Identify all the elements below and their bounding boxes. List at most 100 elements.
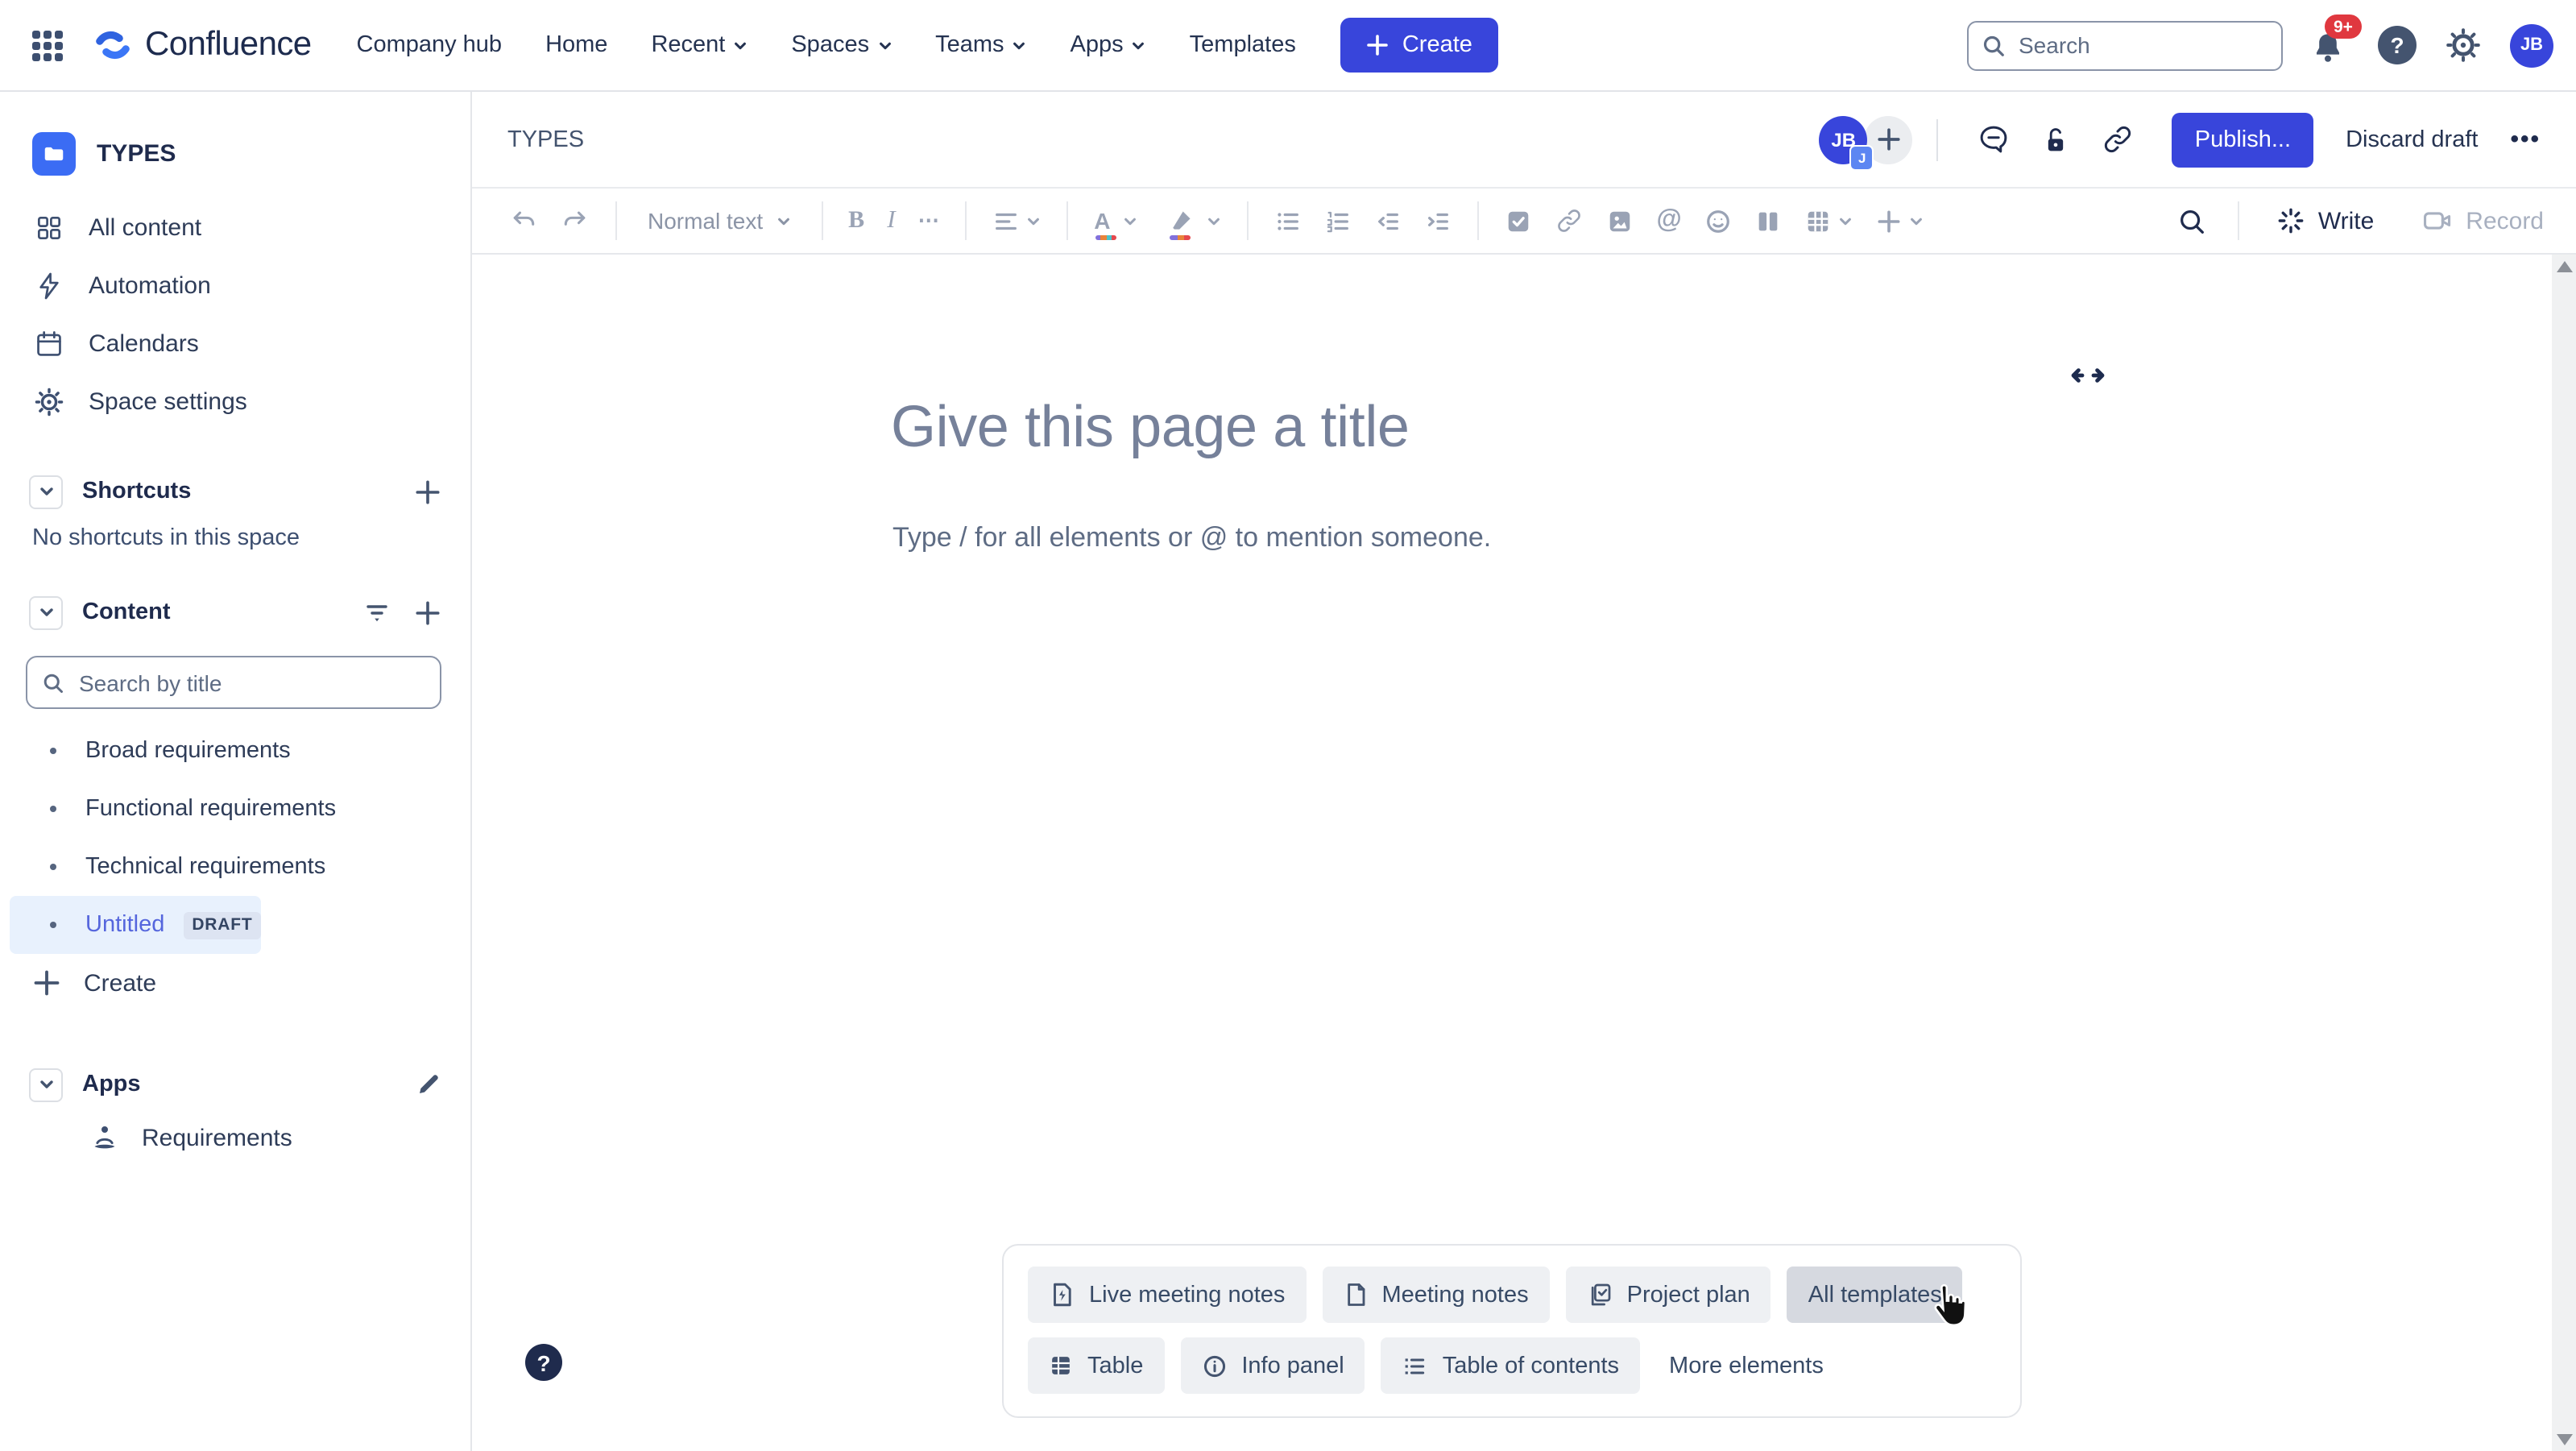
mention-button[interactable]: @ <box>1656 206 1681 235</box>
primary-nav: Company hub Home Recent Spaces Teams App… <box>357 32 1296 58</box>
content-tree: Broad requirements Functional requiremen… <box>0 722 470 1012</box>
insert-link-button[interactable] <box>1555 206 1584 235</box>
page-item-technical-requirements[interactable]: Technical requirements <box>0 838 470 896</box>
nav-templates[interactable]: Templates <box>1190 32 1296 58</box>
chevron-down-icon <box>1838 214 1853 228</box>
sidebar-item-space-settings[interactable]: Space settings <box>0 372 470 430</box>
highlight-color-dropdown[interactable] <box>1168 208 1221 234</box>
help-fab[interactable]: ? <box>525 1344 562 1381</box>
vertical-scrollbar[interactable] <box>2552 255 2576 1451</box>
plus-icon <box>414 599 441 626</box>
filter-content-button[interactable] <box>362 598 391 627</box>
task-list-button[interactable] <box>1505 207 1532 234</box>
insert-more-dropdown[interactable] <box>1875 207 1924 234</box>
text-color-dropdown[interactable]: A <box>1094 208 1137 234</box>
nav-recent[interactable]: Recent <box>651 32 748 58</box>
product-name: Confluence <box>145 26 312 64</box>
user-avatar[interactable]: JB <box>2510 23 2553 67</box>
confluence-logo-icon <box>92 24 134 66</box>
space-header[interactable]: TYPES <box>0 121 470 185</box>
notification-badge: 9+ <box>2325 15 2362 39</box>
link-icon <box>2102 122 2135 156</box>
confluence-logo[interactable]: Confluence <box>92 24 312 66</box>
add-shortcut-button[interactable] <box>414 478 441 505</box>
more-elements-button[interactable]: More elements <box>1656 1337 1837 1394</box>
ordered-list-icon <box>1324 207 1352 234</box>
publish-button[interactable]: Publish... <box>2172 112 2313 167</box>
insert-image-button[interactable] <box>1606 207 1634 234</box>
nav-apps[interactable]: Apps <box>1071 32 1146 58</box>
layout-button[interactable] <box>1754 207 1782 234</box>
task-icon <box>1505 207 1532 234</box>
content-search[interactable] <box>26 656 441 709</box>
copy-link-button[interactable] <box>2102 122 2135 156</box>
sidebar-item-calendars[interactable]: Calendars <box>0 314 470 372</box>
width-toggle-icon[interactable] <box>2067 364 2109 387</box>
write-mode-toggle[interactable]: Write <box>2276 206 2374 235</box>
find-replace-button[interactable] <box>2176 205 2207 236</box>
nav-home[interactable]: Home <box>545 32 607 58</box>
app-switcher-icon[interactable] <box>32 30 63 60</box>
indent-button[interactable] <box>1424 207 1452 234</box>
template-live-meeting-notes[interactable]: Live meeting notes <box>1028 1267 1306 1323</box>
outdent-button[interactable] <box>1374 207 1402 234</box>
emoji-button[interactable] <box>1704 207 1732 234</box>
record-mode-toggle[interactable]: Record <box>2421 205 2544 237</box>
doc-icon <box>1343 1281 1367 1308</box>
page-title-input[interactable]: Give this page a title <box>891 393 1410 461</box>
insert-table-dropdown[interactable] <box>1804 207 1853 234</box>
editor-canvas[interactable]: Give this page a title Type / for all el… <box>472 255 2576 1451</box>
template-project-plan[interactable]: Project plan <box>1566 1267 1771 1323</box>
shortcuts-collapse-toggle[interactable] <box>29 475 63 508</box>
nav-teams[interactable]: Teams <box>935 32 1026 58</box>
help-icon[interactable]: ? <box>2378 26 2417 64</box>
sidebar-item-automation[interactable]: Automation <box>0 256 470 314</box>
settings-button[interactable] <box>2444 26 2483 64</box>
content-section-header: Content <box>0 588 470 636</box>
page-body-input[interactable]: Type / for all elements or @ to mention … <box>892 522 1491 554</box>
nav-company-hub[interactable]: Company hub <box>357 32 503 58</box>
global-search[interactable] <box>1967 20 2283 70</box>
create-button[interactable]: Create <box>1341 18 1498 73</box>
editing-avatar[interactable]: JB J <box>1820 115 1868 164</box>
text-formatting-more-button[interactable]: ⋯ <box>918 208 940 234</box>
nav-spaces[interactable]: Spaces <box>791 32 892 58</box>
app-item-requirements[interactable]: Requirements <box>0 1109 292 1167</box>
undo-button[interactable] <box>509 206 538 235</box>
template-meeting-notes[interactable]: Meeting notes <box>1322 1267 1549 1323</box>
insert-table-quick[interactable]: Table <box>1028 1337 1164 1394</box>
scroll-down-arrow-icon[interactable] <box>2556 1434 2572 1445</box>
content-title: Content <box>82 599 343 625</box>
global-search-input[interactable] <box>2015 31 2268 60</box>
tree-create-button[interactable]: Create <box>0 954 156 1012</box>
edit-apps-button[interactable] <box>416 1072 441 1097</box>
restrictions-button[interactable] <box>2040 123 2073 155</box>
apps-collapse-toggle[interactable] <box>29 1068 63 1101</box>
scroll-up-arrow-icon[interactable] <box>2556 261 2572 272</box>
page-item-broad-requirements[interactable]: Broad requirements <box>0 722 470 780</box>
insert-toc-quick[interactable]: Table of contents <box>1381 1337 1640 1394</box>
discard-draft-button[interactable]: Discard draft <box>2346 126 2478 152</box>
shortcuts-section-header: Shortcuts <box>0 467 470 516</box>
italic-button[interactable]: I <box>887 206 895 235</box>
insert-info-panel-quick[interactable]: Info panel <box>1180 1337 1365 1394</box>
bold-button[interactable]: B <box>848 207 864 234</box>
ordered-list-button[interactable] <box>1324 207 1352 234</box>
alignment-dropdown[interactable] <box>992 207 1041 234</box>
search-icon <box>42 671 64 694</box>
comment-button[interactable] <box>1978 122 2011 156</box>
content-collapse-toggle[interactable] <box>29 595 63 629</box>
text-style-dropdown[interactable]: Normal text <box>648 208 790 234</box>
bullet-icon <box>50 922 56 928</box>
notifications-button[interactable]: 9+ <box>2309 21 2350 69</box>
content-search-input[interactable] <box>76 668 425 697</box>
page-item-untitled-draft[interactable]: Untitled DRAFT <box>10 896 261 954</box>
redo-button[interactable] <box>561 206 590 235</box>
confluence-app: Confluence Company hub Home Recent Space… <box>0 0 2576 1451</box>
add-content-button[interactable] <box>414 599 441 626</box>
page-item-functional-requirements[interactable]: Functional requirements <box>0 780 470 838</box>
more-actions-button[interactable]: ••• <box>2510 126 2541 153</box>
bullet-list-button[interactable] <box>1274 207 1302 234</box>
sidebar-item-all-content[interactable]: All content <box>0 198 470 256</box>
breadcrumb[interactable]: TYPES <box>507 126 584 152</box>
